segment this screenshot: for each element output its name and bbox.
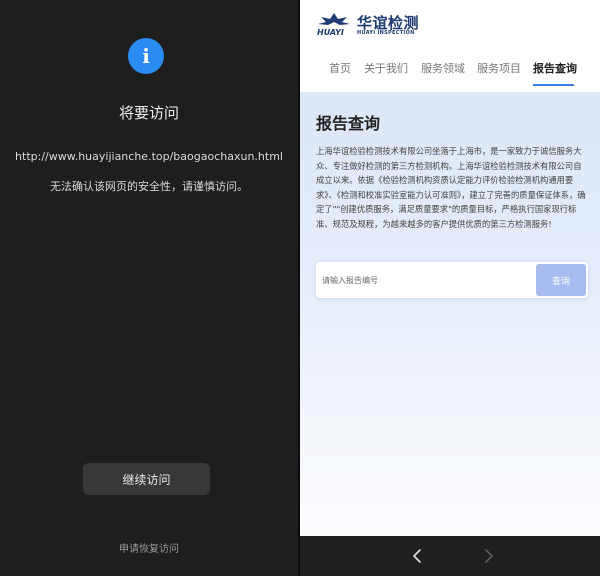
main-nav: 首页 关于我们 服务领域 服务项目 报告查询 [300,56,600,86]
website-pane: HUAYI 华谊检测 HUAYI INSPECTION 首页 关于我们 服务领域… [300,0,600,576]
nav-item-about[interactable]: 关于我们 [364,60,408,76]
warning-title: 将要访问 [118,104,179,122]
chevron-left-icon[interactable] [408,546,428,566]
logo-english: HUAYI INSPECTION [357,30,415,36]
info-icon: i [128,38,164,74]
nav-active-underline [533,84,574,86]
browser-bottom-bar [300,536,600,576]
info-icon-glyph: i [142,44,150,68]
site-header: HUAYI 华谊检测 HUAYI INSPECTION 首页 关于我们 服务领域… [300,0,600,92]
nav-item-service-areas[interactable]: 服务领域 [421,60,465,76]
security-warning-pane: i 将要访问 http://www.huayijianche.top/baoga… [0,0,298,576]
nav-item-home[interactable]: 首页 [329,60,351,76]
report-query-section: 报告查询 上海华谊检验检测技术有限公司坐落于上海市，是一家致力于诚信服务大众、专… [300,92,600,536]
chevron-right-icon[interactable] [478,546,498,566]
nav-item-report-query[interactable]: 报告查询 [533,60,577,76]
report-search-box: 查询 [316,262,588,298]
request-restore-link[interactable]: 申请恢复访问 [0,540,298,555]
report-number-input[interactable] [322,268,530,292]
warning-url: http://www.huayijianche.top/baogaochaxun… [15,150,283,163]
page-title: 报告查询 [316,114,381,133]
nav-item-service-items[interactable]: 服务项目 [477,60,521,76]
query-button[interactable]: 查询 [536,264,586,296]
continue-visit-button[interactable]: 继续访问 [83,463,210,495]
company-intro: 上海华谊检验检测技术有限公司坐落于上海市，是一家致力于诚信服务大众、专注做好检测… [316,146,586,229]
warning-note: 无法确认该网页的安全性，请谨慎访问。 [50,180,248,193]
logo-mark-text: HUAYI [317,28,344,37]
